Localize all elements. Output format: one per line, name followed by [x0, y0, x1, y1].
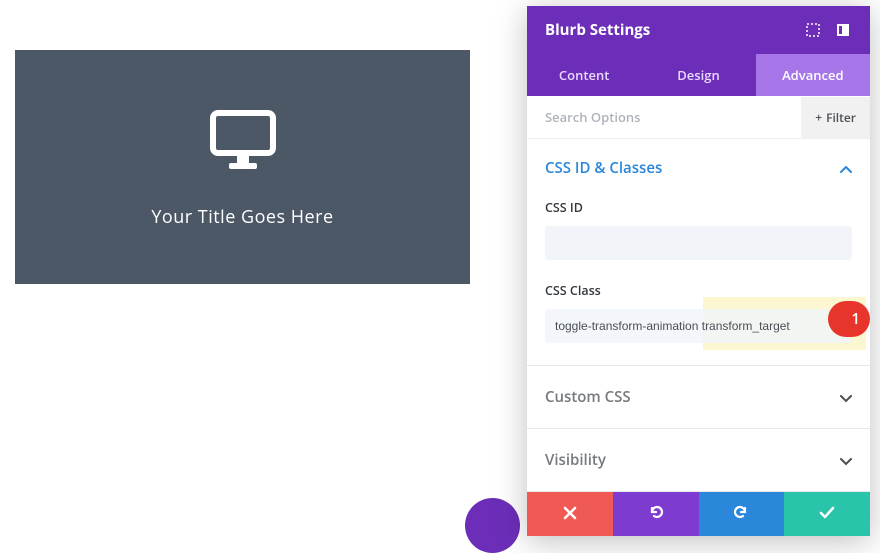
panel-header: Blurb Settings: [527, 6, 870, 54]
settings-panel: Blurb Settings Content Design Advanced S…: [527, 6, 870, 536]
filter-button[interactable]: + Filter: [801, 97, 870, 138]
panel-body: CSS ID & Classes CSS ID CSS Class 1 Cust…: [527, 139, 870, 492]
css-id-input[interactable]: [545, 226, 852, 260]
css-id-label: CSS ID: [545, 199, 852, 216]
tabs: Content Design Advanced: [527, 54, 870, 96]
section-title: Visibility: [545, 450, 840, 470]
canvas-area: Your Title Goes Here: [0, 0, 520, 543]
blurb-title: Your Title Goes Here: [35, 205, 450, 229]
section-header[interactable]: CSS ID & Classes: [545, 157, 852, 179]
search-input[interactable]: Search Options: [527, 96, 801, 138]
section-custom-css[interactable]: Custom CSS: [527, 365, 870, 428]
chevron-down-icon: [840, 449, 852, 471]
plus-icon: +: [815, 109, 822, 126]
expand-icon[interactable]: [804, 23, 822, 37]
chevron-down-icon: [840, 386, 852, 408]
chevron-up-icon: [840, 157, 852, 179]
save-button[interactable]: [784, 492, 870, 536]
tab-advanced[interactable]: Advanced: [756, 54, 870, 96]
snap-icon[interactable]: [834, 23, 852, 37]
undo-button[interactable]: [613, 492, 699, 536]
monitor-icon: [210, 110, 276, 175]
fab-button[interactable]: [465, 498, 520, 553]
section-title: Custom CSS: [545, 387, 840, 407]
search-row: Search Options + Filter: [527, 96, 870, 139]
filter-label: Filter: [826, 109, 856, 126]
cancel-button[interactable]: [527, 492, 613, 536]
redo-button[interactable]: [699, 492, 785, 536]
section-visibility[interactable]: Visibility: [527, 428, 870, 491]
panel-footer: [527, 492, 870, 536]
tab-content[interactable]: Content: [527, 54, 641, 96]
section-title: CSS ID & Classes: [545, 158, 840, 178]
check-icon: [819, 503, 835, 525]
callout-badge: 1: [828, 301, 870, 337]
redo-icon: [733, 503, 749, 525]
undo-icon: [648, 503, 664, 525]
panel-title: Blurb Settings: [545, 20, 792, 40]
css-class-input[interactable]: [545, 309, 852, 343]
close-icon: [563, 503, 577, 525]
tab-design[interactable]: Design: [641, 54, 755, 96]
highlight: 1: [545, 309, 852, 343]
section-css-id-classes: CSS ID & Classes CSS ID CSS Class 1: [527, 139, 870, 365]
blurb-module[interactable]: Your Title Goes Here: [15, 50, 470, 284]
